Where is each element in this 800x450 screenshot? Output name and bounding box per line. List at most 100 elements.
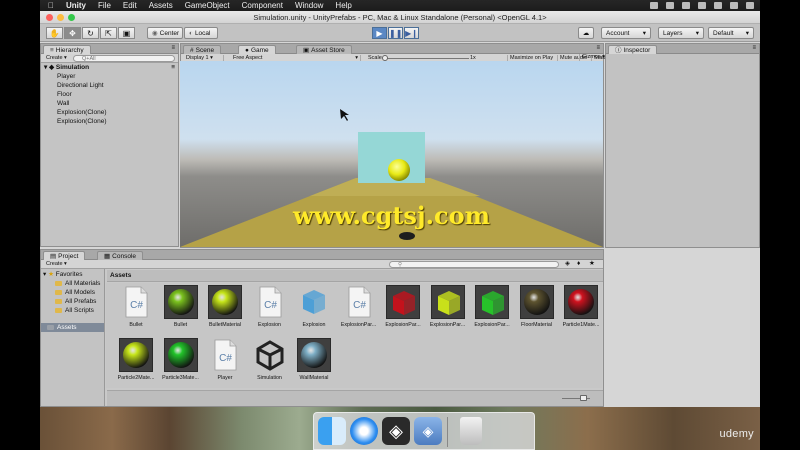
hierarchy-search-input[interactable] bbox=[73, 55, 175, 62]
panel-menu-icon[interactable]: ≡ bbox=[752, 45, 756, 51]
layout-dropdown[interactable]: Default ▾ bbox=[708, 27, 754, 39]
menu-app-name[interactable]: Unity bbox=[66, 1, 86, 10]
pivot-local-toggle[interactable]: ◐ Local bbox=[184, 27, 218, 39]
favorite-all-materials[interactable]: All Materials bbox=[41, 279, 104, 288]
asset-item[interactable]: FloorMaterial bbox=[515, 285, 559, 337]
menu-window[interactable]: Window bbox=[295, 1, 323, 10]
scene-row[interactable]: ▾ ◆ Simulation ≡ bbox=[41, 63, 178, 72]
favorite-star-icon[interactable]: ★ bbox=[589, 260, 595, 268]
expand-arrow-icon[interactable]: ▾ bbox=[44, 64, 47, 71]
hierarchy-panel: ≡Hierarchy ≡ Create ▾ ▾ ◆ Simulation ≡ P… bbox=[40, 43, 179, 247]
favorite-all-scripts[interactable]: All Scripts bbox=[41, 306, 104, 315]
tab-game[interactable]: ● Game bbox=[238, 45, 276, 54]
project-search-input[interactable]: ⚲ bbox=[389, 261, 559, 268]
asset-item[interactable]: Simulation bbox=[248, 338, 292, 390]
screen-share-icon[interactable] bbox=[650, 2, 658, 9]
pivot-icon: ◉ bbox=[152, 29, 158, 37]
gizmos-dropdown[interactable]: Gizmos ▾ bbox=[579, 54, 607, 61]
filter-type-icon[interactable]: ◈ bbox=[565, 260, 570, 268]
pivot-center-toggle[interactable]: ◉ Center bbox=[147, 27, 183, 39]
play-button[interactable]: ▶ bbox=[372, 27, 387, 39]
asset-item[interactable]: BulletMaterial bbox=[203, 285, 247, 337]
menu-edit[interactable]: Edit bbox=[123, 1, 137, 10]
tab-asset-store[interactable]: ▣ Asset Store bbox=[296, 45, 352, 54]
safari-icon[interactable] bbox=[350, 417, 378, 445]
asset-item[interactable]: C# Player bbox=[203, 338, 247, 390]
apple-icon[interactable]:  bbox=[48, 1, 54, 10]
rect-tool-icon[interactable]: ▣ bbox=[118, 27, 135, 39]
minimize-window-icon[interactable] bbox=[57, 14, 64, 21]
scale-tool-icon[interactable]: ⇱ bbox=[100, 27, 117, 39]
favorite-all-models[interactable]: All Models bbox=[41, 288, 104, 297]
hierarchy-item[interactable]: Explosion(Clone) bbox=[41, 108, 178, 117]
finder-icon[interactable] bbox=[318, 417, 346, 445]
assets-folder-row[interactable]: Assets bbox=[41, 323, 104, 332]
hierarchy-create-dropdown[interactable]: Create ▾ bbox=[44, 55, 69, 62]
tab-inspector[interactable]: ⓘ Inspector bbox=[608, 45, 658, 54]
chevron-down-icon: ▾ bbox=[695, 29, 699, 37]
favorites-row[interactable]: ▾ ★ Favorites bbox=[41, 270, 104, 279]
asset-item[interactable]: ExplosionPar... bbox=[470, 285, 514, 337]
menu-file[interactable]: File bbox=[98, 1, 111, 10]
volume-icon[interactable] bbox=[666, 2, 674, 9]
account-dropdown[interactable]: Account ▾ bbox=[601, 27, 651, 39]
zoom-window-icon[interactable] bbox=[68, 14, 75, 21]
svg-text:C#: C# bbox=[219, 353, 232, 364]
asset-item[interactable]: WallMaterial bbox=[292, 338, 336, 390]
asset-item[interactable]: C# Explosion bbox=[248, 285, 292, 337]
flag-icon[interactable] bbox=[714, 2, 722, 9]
tab-project[interactable]: ▤ Project bbox=[43, 251, 86, 260]
asset-item[interactable]: ExplosionPar... bbox=[381, 285, 425, 337]
asset-item[interactable]: Particle3Mate... bbox=[159, 338, 203, 390]
tab-hierarchy[interactable]: ≡ Hierarchy bbox=[43, 45, 91, 54]
tab-scene[interactable]: # Scene bbox=[183, 45, 222, 54]
collab-cloud-button[interactable]: ☁ bbox=[578, 27, 594, 39]
hand-tool-icon[interactable]: ✋ bbox=[46, 27, 63, 39]
notification-center-icon[interactable] bbox=[746, 2, 754, 9]
panel-menu-icon[interactable]: ≡ bbox=[596, 45, 600, 51]
wifi-icon[interactable] bbox=[682, 2, 690, 9]
rotate-tool-icon[interactable]: ↻ bbox=[82, 27, 99, 39]
hierarchy-tab-label: Hierarchy bbox=[55, 47, 84, 54]
battery-icon[interactable] bbox=[698, 2, 706, 9]
asset-item[interactable]: C# Bullet bbox=[114, 285, 158, 337]
step-button[interactable]: ▶❙ bbox=[404, 27, 419, 39]
hierarchy-item[interactable]: Wall bbox=[41, 99, 178, 108]
close-window-icon[interactable] bbox=[46, 14, 53, 21]
menu-component[interactable]: Component bbox=[242, 1, 283, 10]
panel-menu-icon[interactable]: ≡ bbox=[171, 45, 175, 51]
center-tabstrip: # Scene ● Game ▣ Asset Store ≡ bbox=[181, 44, 603, 54]
hierarchy-item[interactable]: Player bbox=[41, 72, 178, 81]
menu-gameobject[interactable]: GameObject bbox=[185, 1, 230, 10]
unity-icon[interactable]: ◈ bbox=[382, 417, 410, 445]
scene-menu-icon[interactable]: ≡ bbox=[171, 63, 175, 72]
tab-console[interactable]: ▦ Console bbox=[97, 251, 144, 260]
asset-item[interactable]: C# ExplosionPar... bbox=[337, 285, 381, 337]
game-view-render[interactable]: www.cgtsj.com bbox=[180, 61, 603, 247]
menu-help[interactable]: Help bbox=[335, 1, 351, 10]
breadcrumb-label: Assets bbox=[110, 272, 132, 279]
filter-label-icon[interactable]: ♦ bbox=[577, 260, 580, 268]
pause-button[interactable]: ❚❚ bbox=[388, 27, 403, 39]
scale-slider-track[interactable] bbox=[383, 58, 469, 59]
asset-item[interactable]: Bullet bbox=[159, 285, 203, 337]
asset-item[interactable]: Explosion bbox=[292, 285, 336, 337]
asset-item[interactable]: ExplosionPar... bbox=[426, 285, 470, 337]
hierarchy-item[interactable]: Floor bbox=[41, 90, 178, 99]
asset-item[interactable]: Particle2Mate... bbox=[114, 338, 158, 390]
hierarchy-item[interactable]: Directional Light bbox=[41, 81, 178, 90]
layers-dropdown[interactable]: Layers ▾ bbox=[658, 27, 704, 39]
favorite-all-prefabs[interactable]: All Prefabs bbox=[41, 297, 104, 306]
hierarchy-item[interactable]: Explosion(Clone) bbox=[41, 117, 178, 126]
asset-label: Particle1Mate... bbox=[562, 322, 600, 328]
breadcrumb[interactable]: Assets bbox=[107, 270, 603, 282]
move-tool-icon[interactable]: ✥ bbox=[64, 27, 81, 39]
search-spotlight-icon[interactable] bbox=[730, 2, 738, 9]
zoom-slider-handle[interactable] bbox=[580, 395, 587, 401]
project-create-dropdown[interactable]: Create ▾ bbox=[44, 261, 69, 268]
folder-icon: ▤ bbox=[50, 253, 57, 260]
asset-item[interactable]: Particle1Mate... bbox=[559, 285, 603, 337]
menu-assets[interactable]: Assets bbox=[149, 1, 173, 10]
trash-icon[interactable] bbox=[460, 417, 482, 445]
unity-monodevelop-icon[interactable]: ◈ bbox=[414, 417, 442, 445]
